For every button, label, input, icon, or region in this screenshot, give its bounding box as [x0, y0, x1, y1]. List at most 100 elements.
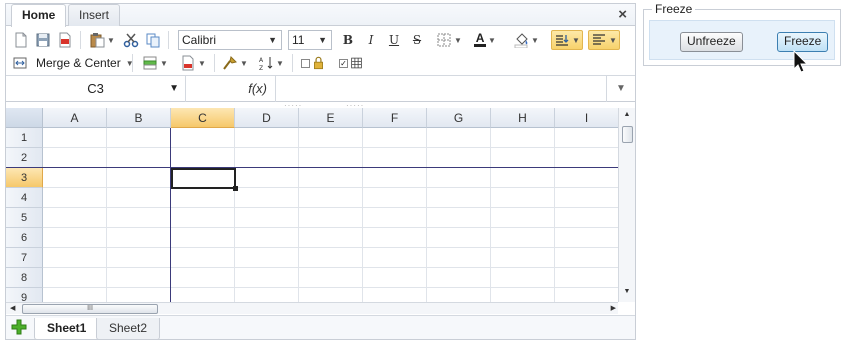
- cell-h1[interactable]: [491, 128, 555, 148]
- column-header-c[interactable]: C: [171, 108, 235, 128]
- cell-f3[interactable]: [363, 168, 427, 188]
- cell-f9[interactable]: [363, 288, 427, 302]
- cell-f1[interactable]: [363, 128, 427, 148]
- expand-formula-icon[interactable]: ▼: [606, 76, 635, 102]
- cell-c5[interactable]: [171, 208, 235, 228]
- cell-b9[interactable]: [107, 288, 171, 302]
- cell-e2[interactable]: [299, 148, 363, 168]
- scroll-up-icon[interactable]: ▲: [619, 111, 635, 123]
- new-document-button[interactable]: [12, 30, 30, 50]
- cell-e5[interactable]: [299, 208, 363, 228]
- select-all-corner[interactable]: [6, 108, 43, 128]
- row-header-7[interactable]: 7: [6, 248, 43, 268]
- underline-button[interactable]: U: [386, 30, 402, 50]
- fill-handle[interactable]: [233, 186, 238, 191]
- cell-h4[interactable]: [491, 188, 555, 208]
- cell-a8[interactable]: [43, 268, 107, 288]
- add-sheet-icon[interactable]: [11, 319, 27, 335]
- cell-g2[interactable]: [427, 148, 491, 168]
- scroll-down-icon[interactable]: ▼: [619, 288, 635, 300]
- scroll-right-icon[interactable]: ▶: [611, 303, 616, 315]
- italic-button[interactable]: I: [363, 30, 379, 50]
- horizontal-scrollbar[interactable]: ◀ III ▶: [6, 302, 618, 314]
- merge-center-button[interactable]: Merge & Center ▼: [12, 53, 134, 73]
- row-header-6[interactable]: 6: [6, 228, 43, 248]
- pdf-button[interactable]: [56, 30, 74, 50]
- cell-a6[interactable]: [43, 228, 107, 248]
- cell-g8[interactable]: [427, 268, 491, 288]
- cell-i2[interactable]: [555, 148, 619, 168]
- cell-i5[interactable]: [555, 208, 619, 228]
- scroll-thumb[interactable]: [622, 126, 633, 143]
- cell-a7[interactable]: [43, 248, 107, 268]
- column-header-b[interactable]: B: [107, 108, 171, 128]
- close-icon[interactable]: ×: [618, 6, 627, 23]
- cell-i7[interactable]: [555, 248, 619, 268]
- cell-g3[interactable]: [427, 168, 491, 188]
- cell-f2[interactable]: [363, 148, 427, 168]
- row-header-3[interactable]: 3: [6, 168, 43, 188]
- cell-h9[interactable]: [491, 288, 555, 302]
- cell-b6[interactable]: [107, 228, 171, 248]
- cell-h5[interactable]: [491, 208, 555, 228]
- gridlines-toggle-button[interactable]: ✓: [336, 53, 366, 73]
- cell-g6[interactable]: [427, 228, 491, 248]
- cell-b8[interactable]: [107, 268, 171, 288]
- cell-e3[interactable]: [299, 168, 363, 188]
- cell-c1[interactable]: [171, 128, 235, 148]
- cell-e8[interactable]: [299, 268, 363, 288]
- insert-row-button[interactable]: ▼: [140, 53, 170, 73]
- name-box[interactable]: C3 ▼: [6, 76, 186, 102]
- cell-d6[interactable]: [235, 228, 299, 248]
- cell-d9[interactable]: [235, 288, 299, 302]
- cell-b3[interactable]: [107, 168, 171, 188]
- cell-i6[interactable]: [555, 228, 619, 248]
- vertical-scrollbar[interactable]: ▲ ▼: [618, 108, 635, 302]
- cell-d7[interactable]: [235, 248, 299, 268]
- horizontal-align-button[interactable]: ▼: [588, 30, 620, 50]
- cell-i8[interactable]: [555, 268, 619, 288]
- cell-h2[interactable]: [491, 148, 555, 168]
- strikethrough-button[interactable]: S: [409, 30, 425, 50]
- column-header-i[interactable]: I: [555, 108, 619, 128]
- cell-e4[interactable]: [299, 188, 363, 208]
- cell-a3[interactable]: [43, 168, 107, 188]
- tab-home[interactable]: Home: [11, 4, 67, 27]
- function-button[interactable]: f(x): [186, 76, 276, 102]
- cell-b5[interactable]: [107, 208, 171, 228]
- cell-b2[interactable]: [107, 148, 171, 168]
- cell-d3[interactable]: [235, 168, 299, 188]
- cell-h3[interactable]: [491, 168, 555, 188]
- row-header-9[interactable]: 9: [6, 288, 43, 302]
- scroll-left-icon[interactable]: ◀: [10, 303, 15, 315]
- active-cell-selection[interactable]: [171, 168, 238, 191]
- cell-h7[interactable]: [491, 248, 555, 268]
- cell-g1[interactable]: [427, 128, 491, 148]
- copy-button[interactable]: [144, 30, 162, 50]
- freeze-button[interactable]: Freeze: [777, 32, 829, 52]
- format-painter-button[interactable]: ▼: [220, 53, 250, 73]
- tab-insert[interactable]: Insert: [68, 4, 121, 26]
- row-header-5[interactable]: 5: [6, 208, 43, 228]
- bold-button[interactable]: B: [340, 30, 356, 50]
- cell-b7[interactable]: [107, 248, 171, 268]
- font-family-select[interactable]: Calibri ▼: [178, 30, 282, 50]
- cell-d4[interactable]: [235, 188, 299, 208]
- cell-c2[interactable]: [171, 148, 235, 168]
- cell-d2[interactable]: [235, 148, 299, 168]
- cell-i9[interactable]: [555, 288, 619, 302]
- font-size-select[interactable]: 11 ▼: [288, 30, 332, 50]
- cell-g5[interactable]: [427, 208, 491, 228]
- cut-button[interactable]: [122, 30, 140, 50]
- cell-h8[interactable]: [491, 268, 555, 288]
- column-header-f[interactable]: F: [363, 108, 427, 128]
- save-button[interactable]: [34, 30, 52, 50]
- cell-d5[interactable]: [235, 208, 299, 228]
- row-header-2[interactable]: 2: [6, 148, 43, 168]
- cell-i4[interactable]: [555, 188, 619, 208]
- row-header-8[interactable]: 8: [6, 268, 43, 288]
- cell-e1[interactable]: [299, 128, 363, 148]
- cell-a2[interactable]: [43, 148, 107, 168]
- column-header-e[interactable]: E: [299, 108, 363, 128]
- column-header-d[interactable]: D: [235, 108, 299, 128]
